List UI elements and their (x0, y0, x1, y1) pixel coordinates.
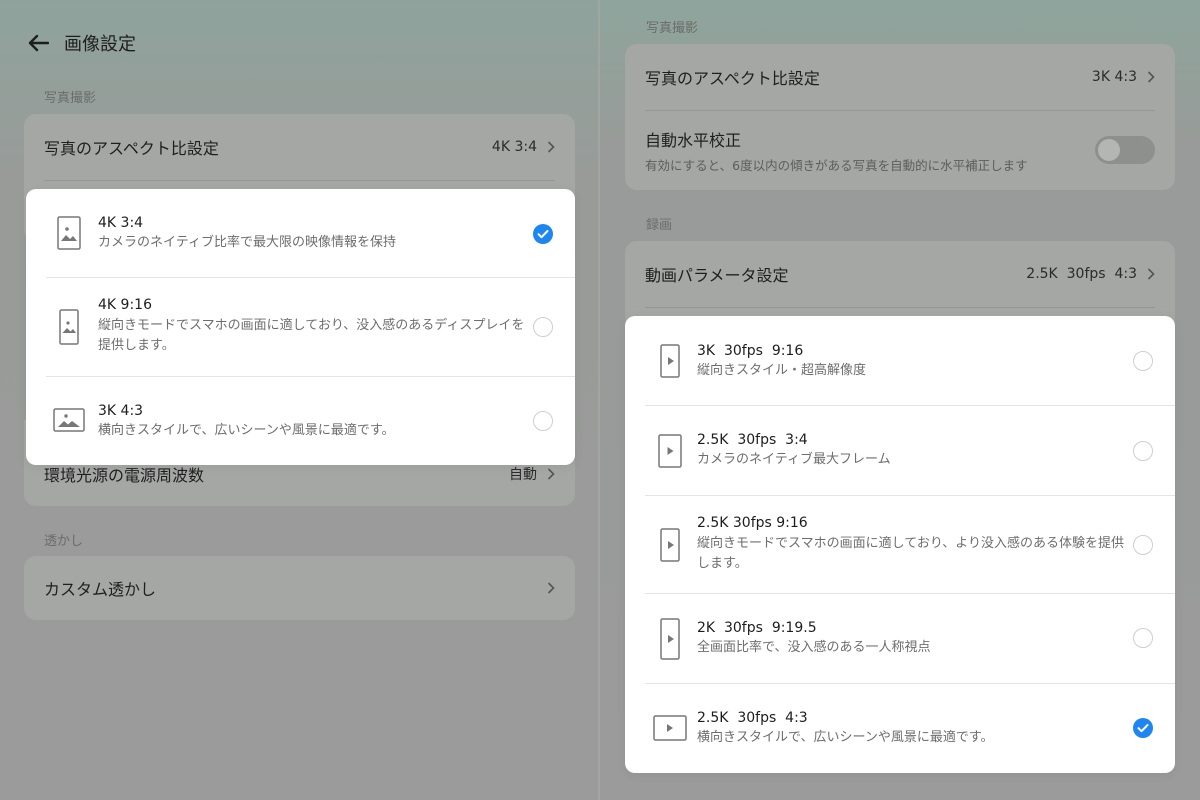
custom-watermark-row[interactable]: カスタム透かし (24, 556, 575, 620)
power-frequency-label: 環境光源の電源周波数 (44, 466, 205, 485)
option-description: 縦向きモードでスマホの画面に適しており、没入感のあるディスプレイを提供します。 (98, 318, 525, 353)
photo-settings-card: 写真のアスペクト比設定 3K 4:3 自動水平校正 有効にすると、6度以内の傾き… (625, 44, 1175, 190)
option-description: カメラのネイティブ最大フレーム (697, 452, 891, 467)
chevron-right-icon (1147, 71, 1155, 83)
option-title: 3K 4:3 (98, 403, 144, 419)
radio-unselected-icon[interactable] (1133, 351, 1153, 371)
option-title: 2.5K 30fps 4:3 (697, 710, 808, 726)
option-2-5k-30fps-9-16[interactable]: 2.5K 30fps 9:16 縦向きモードでスマホの画面に適しており、より没入… (625, 496, 1175, 594)
option-description: 横向きスタイルで、広いシーンや風景に最適です。 (697, 730, 994, 745)
video-parameters-value: 2.5K 30fps 4:3 (1026, 266, 1137, 282)
option-3k-4-3[interactable]: 3K 4:3 横向きスタイルで、広いシーンや風景に最適です。 (26, 377, 575, 465)
option-2-5k-30fps-4-3[interactable]: 2.5K 30fps 4:3 横向きスタイルで、広いシーンや風景に最適です。 (625, 684, 1175, 773)
aspect-ratio-value: 3K 4:3 (1091, 69, 1137, 85)
vertical-photo-icon (59, 309, 79, 345)
vertical-video-icon (660, 528, 680, 562)
radio-selected-icon[interactable] (1133, 718, 1153, 738)
tall-video-icon (660, 618, 680, 660)
aspect-ratio-row[interactable]: 写真のアスペクト比設定 3K 4:3 (625, 44, 1175, 110)
radio-unselected-icon[interactable] (1133, 441, 1153, 461)
option-title: 2K 30fps 9:19.5 (697, 620, 817, 636)
toggle-knob (1098, 139, 1120, 161)
section-label-watermark: 透かし (44, 534, 84, 549)
chevron-right-icon (547, 582, 555, 594)
header: 画像設定 (26, 30, 136, 56)
portrait-photo-icon (57, 216, 81, 250)
power-frequency-value: 自動 (509, 467, 537, 483)
option-3k-30fps-9-16[interactable]: 3K 30fps 9:16 縦向きスタイル・超高解像度 (625, 316, 1175, 406)
radio-unselected-icon[interactable] (533, 317, 553, 337)
radio-unselected-icon[interactable] (1133, 535, 1153, 555)
back-arrow-icon[interactable] (26, 31, 50, 55)
radio-unselected-icon[interactable] (1133, 628, 1153, 648)
auto-level-row: 自動水平校正 有効にすると、6度以内の傾きがある写真を自動的に水平補正します (625, 110, 1175, 190)
auto-level-toggle[interactable] (1095, 136, 1155, 164)
aspect-ratio-row[interactable]: 写真のアスペクト比設定 4K 3:4 (24, 114, 575, 180)
left-panel: 画像設定 写真撮影 写真のアスペクト比設定 4K 3:4 環境光源の電源周波数 … (0, 0, 600, 800)
option-title: 2.5K 30fps 3:4 (697, 432, 808, 448)
aspect-ratio-popup: 4K 3:4 カメラのネイティブ比率で最大限の映像情報を保持 4K 9:16 縦… (26, 189, 575, 465)
option-description: 縦向きスタイル・超高解像度 (697, 363, 867, 378)
section-label-photo: 写真撮影 (44, 91, 97, 106)
option-description: 縦向きモードでスマホの画面に適しており、より没入感のある体験を提供します。 (697, 536, 1125, 571)
option-description: カメラのネイティブ比率で最大限の映像情報を保持 (98, 235, 396, 250)
option-2k-30fps-9-19-5[interactable]: 2K 30fps 9:19.5 全画面比率で、没入感のある一人称視点 (625, 594, 1175, 684)
page-title: 画像設定 (64, 34, 136, 55)
aspect-ratio-label: 写真のアスペクト比設定 (645, 69, 820, 88)
landscape-video-icon (653, 715, 687, 741)
video-parameters-popup: 3K 30fps 9:16 縦向きスタイル・超高解像度 2.5K 30fps 3… (625, 316, 1175, 773)
divider (645, 307, 1155, 308)
option-description: 横向きスタイルで、広いシーンや風景に最適です。 (98, 423, 395, 438)
radio-selected-icon[interactable] (533, 224, 553, 244)
chevron-right-icon (547, 468, 555, 480)
option-4k-9-16[interactable]: 4K 9:16 縦向きモードでスマホの画面に適しており、没入感のあるディスプレイ… (26, 278, 575, 377)
section-label-photo: 写真撮影 (646, 21, 699, 36)
aspect-ratio-label: 写真のアスペクト比設定 (44, 139, 219, 158)
portrait-video-icon (658, 434, 682, 468)
option-title: 3K 30fps 9:16 (697, 343, 804, 359)
auto-level-description: 有効にすると、6度以内の傾きがある写真を自動的に水平補正します (645, 157, 1028, 173)
radio-unselected-icon[interactable] (533, 411, 553, 431)
custom-watermark-label: カスタム透かし (44, 580, 157, 599)
option-title: 4K 9:16 (98, 297, 152, 313)
aspect-ratio-value: 4K 3:4 (491, 139, 537, 155)
option-4k-3-4[interactable]: 4K 3:4 カメラのネイティブ比率で最大限の映像情報を保持 (26, 189, 575, 278)
option-2-5k-30fps-3-4[interactable]: 2.5K 30fps 3:4 カメラのネイティブ最大フレーム (625, 406, 1175, 496)
chevron-right-icon (547, 141, 555, 153)
option-title: 2.5K 30fps 9:16 (697, 515, 808, 531)
auto-level-label: 自動水平校正 (645, 130, 742, 150)
landscape-photo-icon (53, 408, 85, 432)
section-label-video: 録画 (646, 218, 673, 233)
watermark-card: カスタム透かし (24, 556, 575, 620)
video-parameters-row[interactable]: 動画パラメータ設定 2.5K 30fps 4:3 (625, 241, 1175, 307)
chevron-right-icon (1147, 268, 1155, 280)
right-panel: 写真撮影 写真のアスペクト比設定 3K 4:3 自動水平校正 有効にすると、6度… (600, 0, 1200, 800)
option-description: 全画面比率で、没入感のある一人称視点 (697, 640, 931, 655)
vertical-video-icon (660, 344, 680, 378)
video-parameters-label: 動画パラメータ設定 (645, 266, 789, 285)
option-title: 4K 3:4 (98, 215, 144, 231)
divider (44, 180, 555, 181)
